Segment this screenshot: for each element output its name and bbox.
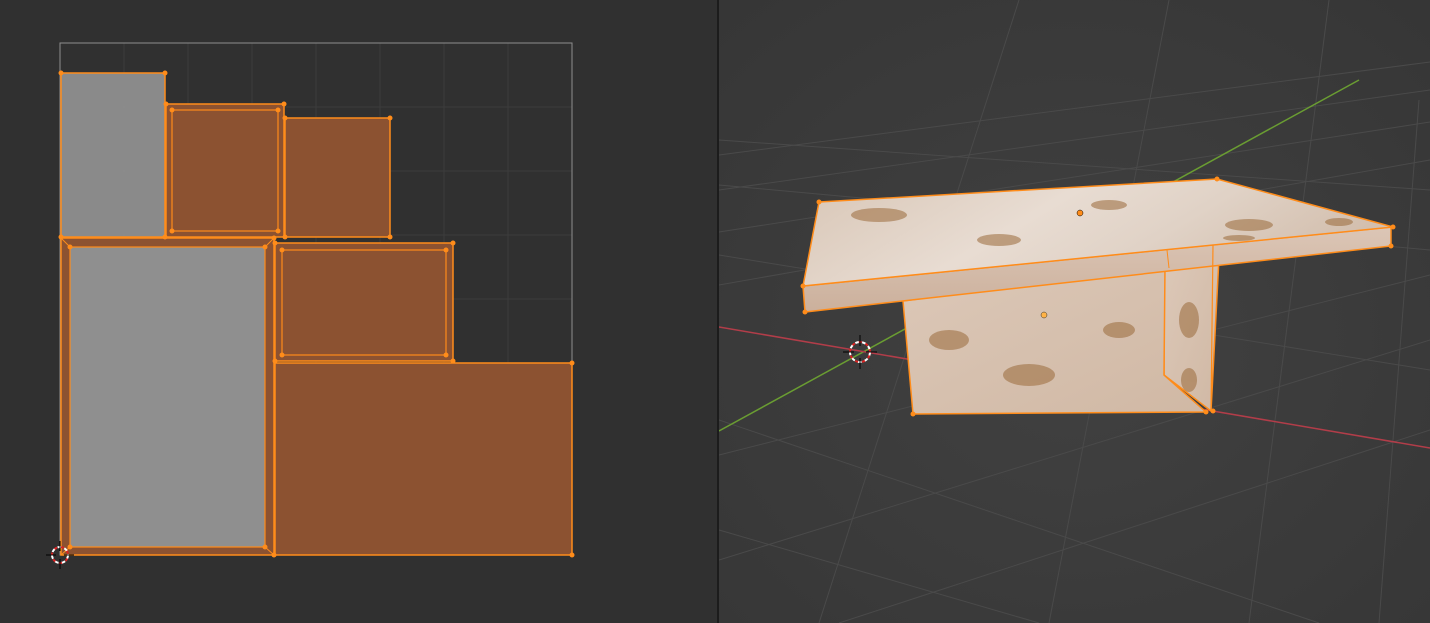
uv-island-6[interactable]	[274, 362, 573, 556]
uv-island-2[interactable]	[165, 103, 285, 238]
uv-island-3[interactable]	[284, 117, 391, 238]
uv-island-5[interactable]	[274, 242, 454, 362]
uv-island-1[interactable]	[60, 72, 166, 238]
uv-editor[interactable]	[0, 0, 717, 623]
object-origin-icon[interactable]	[1040, 311, 1048, 319]
object-origin-icon[interactable]	[1076, 209, 1084, 217]
uv-editor-canvas[interactable]	[0, 0, 717, 623]
3d-viewport-canvas[interactable]	[719, 0, 1430, 623]
3d-viewport[interactable]	[719, 0, 1430, 623]
uv-island-4[interactable]	[60, 237, 275, 556]
